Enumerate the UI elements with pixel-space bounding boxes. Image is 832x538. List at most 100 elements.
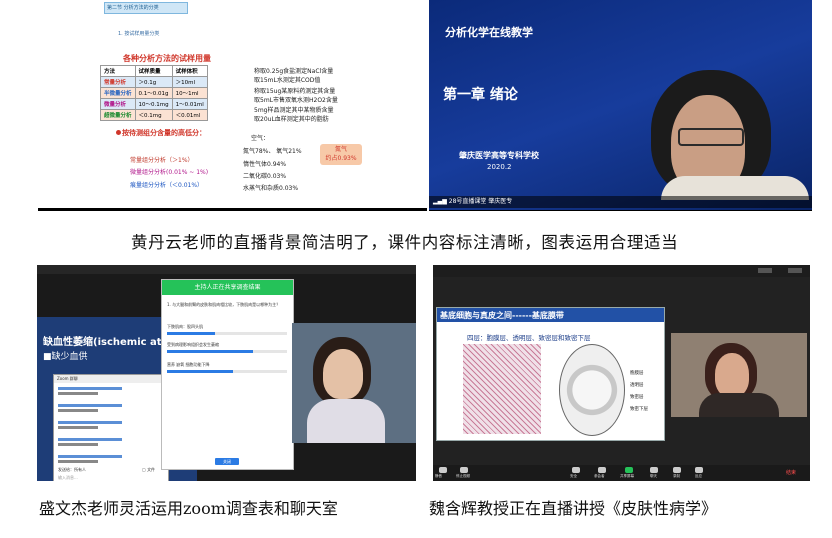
slide-section-header: 第二节 分析方法的分类 bbox=[104, 2, 188, 14]
chat-message-text bbox=[58, 409, 98, 412]
chat-message-text bbox=[58, 443, 98, 446]
table-header: 方法 bbox=[100, 65, 136, 77]
chat-message-sender bbox=[58, 421, 122, 424]
chat-input[interactable]: 输入消息... bbox=[58, 475, 78, 481]
content-item: 痕量组分分析（＜0.01%） bbox=[130, 182, 204, 189]
diagram-label: 胞膜层 bbox=[630, 371, 644, 376]
cell-mass: 10～0.1mg bbox=[134, 98, 173, 110]
end-meeting-button[interactable]: 结束 bbox=[786, 469, 796, 476]
record-label: 录制 bbox=[673, 474, 680, 478]
table-header: 试样质量 bbox=[134, 65, 173, 77]
screenshot-zoom-poll: 缺血性萎缩(ischemic atro ■缺少血供 Zoom 群聊 发送给：所有… bbox=[37, 265, 416, 481]
status-bar: ▂▄▆ 28号直播课堂 肇庆医专 bbox=[429, 196, 812, 208]
bullet-icon bbox=[116, 130, 121, 135]
cell-mass: 0.1～0.01g bbox=[134, 87, 173, 99]
view-button[interactable] bbox=[758, 268, 772, 273]
slide-bullet-text: 缺少血供 bbox=[51, 352, 88, 362]
poll-titlebar: 主持人正在共享调查结果 bbox=[162, 280, 293, 295]
caption-bottom-right: 魏含辉教授正在直播讲授《皮肤性病学》 bbox=[429, 499, 718, 518]
diagram-label: 致密层 bbox=[630, 395, 644, 400]
slide-subtitle: 四层：胞膜层、透明层、致密层和致密下层 bbox=[467, 334, 591, 342]
example-line: 称取0.25g食盐测定NaCl含量 bbox=[254, 68, 334, 75]
participants-button[interactable] bbox=[598, 467, 606, 473]
chat-titlebar: Zoom 群聊 bbox=[54, 375, 171, 383]
example-line: 取15mL水测定其COD值 bbox=[254, 77, 321, 84]
student-face bbox=[323, 349, 363, 399]
cell-volume: 1～0.01ml bbox=[171, 98, 208, 110]
sample-usage-table: 方法 试样质量 试样体积 常量分析 ＞0.1g ＞10ml 半微量分析 0.1～… bbox=[100, 65, 208, 121]
chat-window[interactable]: Zoom 群聊 发送给：所有人 ▢ 文件 输入消息... bbox=[53, 374, 171, 481]
poll-bar bbox=[167, 370, 287, 373]
table-header: 试样体积 bbox=[171, 65, 208, 77]
chat-messages bbox=[58, 387, 162, 463]
chat-message-sender bbox=[58, 455, 122, 458]
badge-line: 约占0.93% bbox=[325, 155, 357, 162]
course-background: 分析化学在线教学 第一章 绪论 肇庆医学高等专科学校 2020.2 ▂▄▆ 28… bbox=[429, 0, 812, 210]
course-year: 2020.2 bbox=[487, 163, 512, 171]
mute-label: 静音 bbox=[435, 474, 442, 478]
table-row: 超微量分析 ＜0.1mg ＜0.01ml bbox=[100, 109, 208, 121]
poll-bar-fill bbox=[167, 350, 254, 353]
chat-message-sender bbox=[58, 404, 122, 407]
cell-method: 微量分析 bbox=[100, 98, 136, 110]
content-item: 常量组分分析（＞1%） bbox=[130, 157, 194, 164]
professor-face bbox=[715, 353, 749, 397]
mute-button[interactable] bbox=[439, 467, 447, 473]
fullscreen-button[interactable] bbox=[788, 268, 802, 273]
table-row: 常量分析 ＞0.1g ＞10ml bbox=[100, 76, 208, 88]
table-title: 各种分析方法的试样用量 bbox=[123, 54, 211, 63]
chat-message-text bbox=[58, 426, 98, 429]
screenshot-analysis-slide: 第二节 分析方法的分类 1. 按试样用量分类 各种分析方法的试样用量 方法 试样… bbox=[38, 0, 427, 211]
participants-label: 参会者 bbox=[594, 474, 605, 478]
shared-slide: 基底细胞与真皮之间------基底膜带 四层：胞膜层、透明层、致密层和致密下层 … bbox=[436, 307, 665, 441]
reactions-button[interactable] bbox=[695, 467, 703, 473]
diagram-label: 致密下层 bbox=[630, 407, 648, 412]
table-header-row: 方法 试样质量 试样体积 bbox=[100, 65, 208, 77]
poll-close-button[interactable]: 关闭 bbox=[215, 458, 239, 465]
diagram-label: 透明层 bbox=[630, 383, 644, 388]
badge-line: 氮气 bbox=[334, 146, 347, 153]
table-row: 微量分析 10～0.1mg 1～0.01ml bbox=[100, 98, 208, 110]
poll-bar bbox=[167, 332, 287, 335]
chat-file-button[interactable]: ▢ 文件 bbox=[142, 467, 155, 473]
air-line: 惰性气体0.94% bbox=[243, 161, 287, 168]
record-button[interactable] bbox=[673, 467, 681, 473]
poll-answer: 下肢肌肉：股四头肌 bbox=[167, 324, 287, 330]
video-label: 停止视频 bbox=[456, 474, 470, 478]
basement-membrane-diagram bbox=[559, 344, 625, 436]
poll-answer: 营养 缺氧 细胞功能下降 bbox=[167, 362, 287, 368]
section-title: 按待测组分含量的高低分： bbox=[122, 129, 206, 137]
slide-title: 缺血性萎缩(ischemic atro bbox=[43, 337, 174, 348]
chat-to-dropdown[interactable]: 发送给：所有人 bbox=[58, 467, 86, 473]
poll-bar-fill bbox=[167, 370, 233, 373]
share-screen-label: 共享屏幕 bbox=[620, 474, 634, 478]
signal-icon: ▂▄▆ bbox=[433, 198, 449, 205]
poll-answer-text: 下肢肌肉：股四头肌 bbox=[167, 324, 203, 329]
share-screen-button[interactable] bbox=[625, 467, 633, 473]
poll-answer: 受到病理影响组织会发生萎缩 bbox=[167, 342, 287, 348]
air-line: 氮气78%、 氧气21% bbox=[243, 148, 302, 155]
cell-method: 半微量分析 bbox=[100, 87, 136, 99]
video-button[interactable] bbox=[460, 467, 468, 473]
cell-volume: 10～1ml bbox=[171, 87, 208, 99]
screenshot-dermatology-lecture: 基底细胞与真皮之间------基底膜带 四层：胞膜层、透明层、致密层和致密下层 … bbox=[433, 265, 810, 481]
security-label: 安全 bbox=[570, 474, 577, 478]
zoom-topbar bbox=[37, 265, 416, 274]
bullet-icon: ■ bbox=[43, 352, 52, 362]
security-button[interactable] bbox=[572, 467, 580, 473]
cell-volume: ＜0.01ml bbox=[171, 109, 208, 121]
zoom-topbar bbox=[433, 265, 810, 277]
air-line: 二氧化碳0.03% bbox=[243, 173, 287, 180]
air-title: 空气： bbox=[251, 135, 270, 142]
glasses-icon bbox=[678, 128, 744, 146]
chat-button[interactable] bbox=[650, 467, 658, 473]
air-line: 水蒸气和杂质0.03% bbox=[243, 185, 299, 192]
example-line: 5mg样品测定其中某物质含量 bbox=[254, 107, 334, 114]
example-line: 取20uL血样测定其中的脂肪 bbox=[254, 116, 329, 123]
file-icon: ▢ bbox=[142, 467, 146, 472]
cell-volume: ＞10ml bbox=[171, 76, 208, 88]
slide-bullet: ■缺少血供 bbox=[43, 349, 88, 362]
content-item: 微量组分分析(0.01% ~ 1%) bbox=[130, 169, 209, 176]
poll-bar bbox=[167, 350, 287, 353]
poll-results-dialog[interactable]: 主持人正在共享调查结果 1. 与大腿和前臂的皮肤和肌肉相比较，下肢肌肉是以哪种为… bbox=[161, 279, 294, 470]
